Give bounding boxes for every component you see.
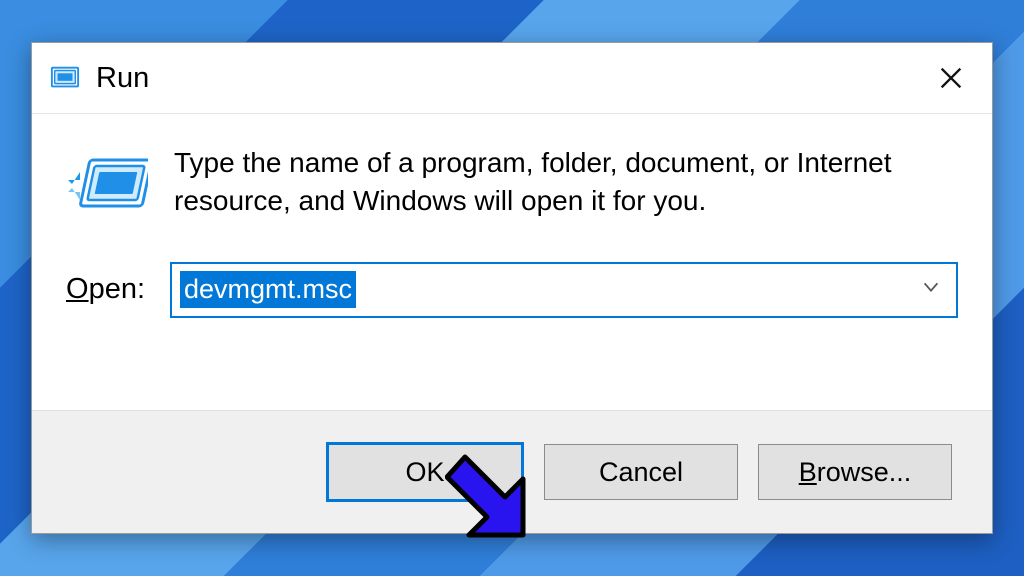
cancel-button[interactable]: Cancel <box>544 444 738 500</box>
desktop-background: Run <box>0 0 1024 576</box>
close-button[interactable] <box>916 49 986 107</box>
dialog-content: Type the name of a program, folder, docu… <box>32 114 992 410</box>
open-label: Open: <box>66 273 152 306</box>
button-bar: OK Cancel Browse... <box>32 410 992 533</box>
chevron-down-icon[interactable] <box>920 276 942 304</box>
run-icon <box>66 150 148 218</box>
open-combobox[interactable]: devmgmt.msc <box>170 262 958 318</box>
run-dialog: Run <box>31 42 993 534</box>
window-title: Run <box>96 62 916 95</box>
description-text: Type the name of a program, folder, docu… <box>174 144 958 220</box>
ok-button[interactable]: OK <box>326 442 524 502</box>
titlebar: Run <box>32 43 992 114</box>
ok-button-label: OK <box>405 457 444 488</box>
cancel-button-label: Cancel <box>599 457 683 488</box>
open-value-selected: devmgmt.msc <box>180 271 356 307</box>
open-row: Open: devmgmt.msc <box>66 262 958 318</box>
description-row: Type the name of a program, folder, docu… <box>66 144 958 220</box>
browse-button[interactable]: Browse... <box>758 444 952 500</box>
browse-button-label: Browse... <box>799 457 912 488</box>
run-titlebar-icon <box>50 63 80 93</box>
